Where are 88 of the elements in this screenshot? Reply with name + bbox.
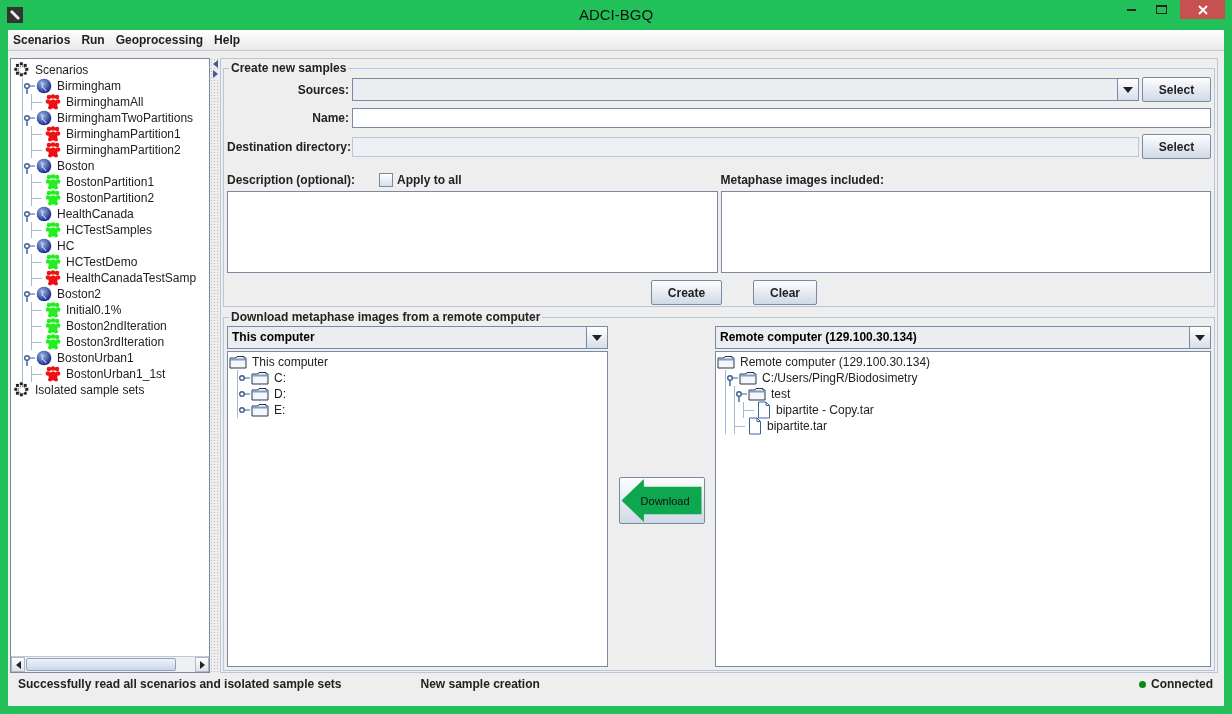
caret-icon bbox=[1123, 86, 1133, 93]
caret-icon bbox=[592, 334, 602, 341]
connection-status: Connected bbox=[1151, 677, 1213, 691]
globe-icon bbox=[36, 350, 52, 366]
tree-item[interactable]: BostonPartition1 bbox=[65, 174, 156, 190]
select-button[interactable]: Select bbox=[1142, 77, 1211, 102]
folder-icon bbox=[251, 403, 269, 417]
tree-item[interactable]: bipartite - Copy.tar bbox=[775, 402, 875, 418]
globe-icon bbox=[36, 110, 52, 126]
menu-item[interactable]: Scenarios bbox=[8, 33, 77, 47]
metaphase-list[interactable] bbox=[720, 191, 1211, 273]
tree-item[interactable]: Remote computer (129.100.30.134) bbox=[739, 354, 932, 370]
status-mode: New sample creation bbox=[420, 677, 540, 691]
metaphase-label: Metaphase images included: bbox=[720, 173, 884, 187]
caret-icon bbox=[1195, 334, 1205, 341]
tree-item[interactable]: Scenarios bbox=[34, 62, 90, 78]
folder-icon bbox=[251, 387, 269, 401]
tree-item[interactable]: BirminghamTwoPartitions bbox=[56, 110, 195, 126]
apply-to-all-checkbox[interactable]: Apply to all bbox=[379, 173, 462, 187]
globe-icon bbox=[36, 158, 52, 174]
tree-item[interactable]: BostonPartition2 bbox=[65, 190, 156, 206]
collapse-left-icon[interactable] bbox=[212, 60, 218, 68]
globe-icon bbox=[36, 286, 52, 302]
tree-item[interactable]: bipartite.tar bbox=[766, 418, 829, 434]
tree-item[interactable]: BirminghamPartition1 bbox=[65, 126, 182, 142]
maximize-icon[interactable] bbox=[1155, 5, 1167, 14]
clear-button[interactable]: Clear bbox=[753, 280, 817, 305]
description-field[interactable] bbox=[227, 191, 718, 273]
status-message: Successfully read all scenarios and isolated sample sets bbox=[18, 677, 342, 691]
tree-item[interactable]: Boston3rdIteration bbox=[65, 334, 166, 350]
close-button[interactable] bbox=[1180, 0, 1225, 19]
gear-icon bbox=[14, 382, 30, 398]
name-field[interactable] bbox=[352, 108, 1211, 128]
close-icon bbox=[1197, 4, 1208, 15]
tree-item[interactable]: C:/Users/PingR/Biodosimetry bbox=[761, 370, 919, 386]
tree-item[interactable]: Boston bbox=[56, 158, 96, 174]
globe-icon bbox=[36, 238, 52, 254]
description-label: Description (optional): bbox=[227, 173, 355, 187]
tree-item[interactable]: Isolated sample sets bbox=[34, 382, 146, 398]
folder-icon bbox=[251, 371, 269, 385]
tree-item[interactable]: Birmingham bbox=[56, 78, 123, 94]
tree-item[interactable]: Boston2 bbox=[56, 286, 103, 302]
tree-item[interactable]: BostonUrban1 bbox=[56, 350, 135, 366]
folder-icon bbox=[748, 387, 766, 401]
tree-item[interactable]: Initial0.1% bbox=[65, 302, 123, 318]
menu-item[interactable]: Geoprocessing bbox=[110, 33, 210, 47]
create-button[interactable]: Create bbox=[651, 280, 722, 305]
folder-icon bbox=[739, 371, 757, 385]
file-icon bbox=[757, 401, 771, 419]
tree-item[interactable]: BostonUrban1_1st bbox=[65, 366, 167, 382]
tree-item[interactable]: D: bbox=[273, 386, 287, 402]
app-logo-icon bbox=[7, 7, 23, 23]
computer-dropdown[interactable]: This computer bbox=[227, 326, 608, 349]
left-arrow-icon[interactable] bbox=[15, 660, 21, 669]
minimize-icon[interactable] bbox=[1126, 8, 1136, 11]
group-title: Download metaphase images from a remote computer bbox=[230, 310, 542, 324]
globe-icon bbox=[36, 78, 52, 94]
tree-item[interactable]: HealthCanada bbox=[56, 206, 135, 222]
tree-item[interactable]: BirminghamPartition2 bbox=[65, 142, 182, 158]
globe-icon bbox=[36, 206, 52, 222]
menu-item[interactable]: Run bbox=[76, 33, 111, 47]
tree-item[interactable]: E: bbox=[273, 402, 287, 418]
group-title: Create new samples bbox=[230, 61, 348, 75]
tree-item[interactable]: HCTestDemo bbox=[65, 254, 139, 270]
directory-field[interactable] bbox=[352, 136, 1139, 157]
tree-item[interactable]: HC bbox=[56, 238, 76, 254]
menu-item[interactable]: Help bbox=[209, 33, 247, 47]
field-label: Name: bbox=[311, 111, 349, 125]
tree-item[interactable]: C: bbox=[273, 370, 287, 386]
tree-item[interactable]: HCTestSamples bbox=[65, 222, 154, 238]
tree-item[interactable]: HealthCanadaTestSamp bbox=[65, 270, 198, 286]
gear-icon bbox=[14, 62, 30, 78]
window-title: ADCI-BGQ bbox=[578, 6, 654, 23]
right-arrow-icon[interactable] bbox=[199, 660, 205, 669]
select-button[interactable]: Select bbox=[1142, 134, 1211, 159]
scrollbar-thumb[interactable] bbox=[26, 658, 176, 671]
expand-right-icon[interactable] bbox=[212, 70, 218, 78]
tree-item[interactable]: test bbox=[770, 386, 792, 402]
field-label: Sources: bbox=[296, 82, 349, 97]
file-icon bbox=[748, 417, 762, 435]
field-label: Destination directory: bbox=[227, 139, 349, 154]
download-button[interactable]: Download bbox=[618, 477, 705, 524]
remote-dropdown[interactable]: Remote computer (129.100.30.134) bbox=[715, 326, 1211, 349]
tree-item[interactable]: This computer bbox=[251, 354, 330, 370]
sources-dropdown[interactable] bbox=[352, 78, 1139, 101]
tree-item[interactable]: BirminghamAll bbox=[65, 94, 145, 110]
horizontal-scrollbar[interactable] bbox=[11, 656, 209, 672]
tree-item[interactable]: Boston2ndIteration bbox=[65, 318, 168, 334]
